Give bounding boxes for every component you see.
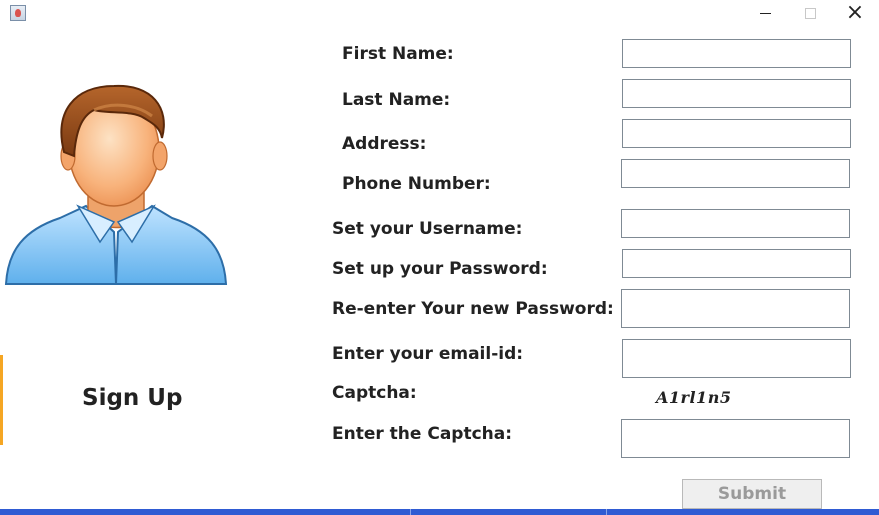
taskbar-divider — [410, 509, 411, 515]
email-label: Enter your email-id: — [332, 344, 524, 364]
captcha-entry-label: Enter the Captcha: — [332, 424, 513, 444]
submit-button[interactable]: Submit — [682, 479, 822, 509]
user-avatar-icon — [4, 84, 228, 285]
left-edge-strip — [0, 355, 3, 445]
captcha-entry-field[interactable] — [621, 419, 850, 458]
first-name-field[interactable] — [622, 39, 851, 68]
first-name-label: First Name: — [342, 44, 454, 64]
title-bar: × — [0, 0, 879, 28]
captcha-label: Captcha: — [332, 383, 417, 403]
close-icon: × — [845, 0, 865, 25]
signup-window: × Sign Up First Name: Last Name: Address… — [0, 0, 879, 515]
minimize-button[interactable] — [742, 0, 788, 28]
username-field[interactable] — [621, 209, 850, 238]
last-name-field[interactable] — [622, 79, 851, 108]
close-button[interactable]: × — [832, 0, 878, 28]
address-label: Address: — [342, 134, 427, 154]
phone-number-field[interactable] — [621, 159, 850, 188]
captcha-value: A1rl1n5 — [656, 388, 732, 407]
page-title: Sign Up — [82, 385, 183, 411]
address-field[interactable] — [622, 119, 851, 148]
java-app-icon[interactable] — [10, 5, 26, 21]
taskbar-strip — [0, 509, 879, 515]
password-label: Set up your Password: — [332, 259, 548, 279]
reenter-password-label: Re-enter Your new Password: — [332, 299, 614, 319]
password-field[interactable] — [622, 249, 851, 278]
username-label: Set your Username: — [332, 219, 523, 239]
taskbar-divider — [606, 509, 607, 515]
last-name-label: Last Name: — [342, 90, 451, 110]
maximize-button[interactable] — [787, 0, 833, 28]
phone-number-label: Phone Number: — [342, 174, 491, 194]
minimize-icon — [760, 13, 771, 14]
maximize-icon — [805, 8, 816, 19]
email-field[interactable] — [622, 339, 851, 378]
reenter-password-field[interactable] — [621, 289, 850, 328]
